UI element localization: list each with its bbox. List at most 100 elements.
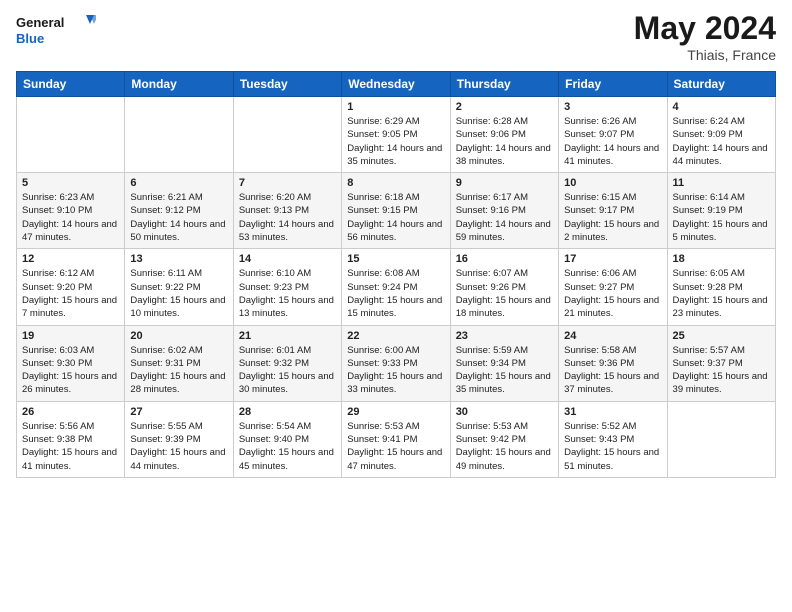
day-number: 6: [130, 177, 227, 189]
day-info: Sunrise: 5:57 AMSunset: 9:37 PMDaylight:…: [673, 344, 770, 397]
day-number: 28: [239, 406, 336, 418]
table-row: 23 Sunrise: 5:59 AMSunset: 9:34 PMDayligh…: [450, 325, 558, 401]
day-info: Sunrise: 6:17 AMSunset: 9:16 PMDaylight:…: [456, 191, 553, 244]
col-thursday: Thursday: [450, 72, 558, 97]
day-number: 17: [564, 253, 661, 265]
table-row: 11Sunrise: 6:14 AMSunset: 9:19 PMDayligh…: [667, 173, 775, 249]
day-info: Sunrise: 6:06 AMSunset: 9:27 PMDaylight:…: [564, 267, 661, 320]
table-row: [17, 97, 125, 173]
day-info: Sunrise: 5:53 AMSunset: 9:42 PMDaylight:…: [456, 420, 553, 473]
day-number: 23: [456, 330, 553, 342]
table-row: 2Sunrise: 6:28 AMSunset: 9:06 PMDaylight…: [450, 97, 558, 173]
calendar-week-4: 19 Sunrise: 6:03 AMSunset: 9:30 PMDayligh…: [17, 325, 776, 401]
day-number: 29: [347, 406, 444, 418]
table-row: 22Sunrise: 6:00 AMSunset: 9:33 PMDayligh…: [342, 325, 450, 401]
table-row: 29 Sunrise: 5:53 AMSunset: 9:41 PMDayligh…: [342, 401, 450, 477]
calendar-week-2: 5 Sunrise: 6:23 AMSunset: 9:10 PMDaylight…: [17, 173, 776, 249]
day-number: 31: [564, 406, 661, 418]
table-row: 14Sunrise: 6:10 AMSunset: 9:23 PMDayligh…: [233, 249, 341, 325]
table-row: [125, 97, 233, 173]
calendar-week-1: 1 Sunrise: 6:29 AMSunset: 9:05 PMDaylight…: [17, 97, 776, 173]
day-info: Sunrise: 5:55 AMSunset: 9:39 PMDaylight:…: [130, 420, 227, 473]
day-info: Sunrise: 6:15 AMSunset: 9:17 PMDaylight:…: [564, 191, 661, 244]
calendar-week-3: 12Sunrise: 6:12 AMSunset: 9:20 PMDayligh…: [17, 249, 776, 325]
day-info: Sunrise: 5:56 AMSunset: 9:38 PMDaylight:…: [22, 420, 119, 473]
day-info: Sunrise: 6:24 AMSunset: 9:09 PMDaylight:…: [673, 115, 770, 168]
table-row: 31 Sunrise: 5:52 AMSunset: 9:43 PMDayligh…: [559, 401, 667, 477]
calendar-table: Sunday Monday Tuesday Wednesday Thursday…: [16, 71, 776, 478]
table-row: 4 Sunrise: 6:24 AMSunset: 9:09 PMDaylight…: [667, 97, 775, 173]
table-row: 3 Sunrise: 6:26 AMSunset: 9:07 PMDaylight…: [559, 97, 667, 173]
day-info: Sunrise: 5:59 AMSunset: 9:34 PMDaylight:…: [456, 344, 553, 397]
day-number: 8: [347, 177, 444, 189]
day-info: Sunrise: 5:58 AMSunset: 9:36 PMDaylight:…: [564, 344, 661, 397]
table-row: 18 Sunrise: 6:05 AMSunset: 9:28 PMDayligh…: [667, 249, 775, 325]
day-info: Sunrise: 6:10 AMSunset: 9:23 PMDaylight:…: [239, 267, 336, 320]
day-number: 16: [456, 253, 553, 265]
day-info: Sunrise: 6:08 AMSunset: 9:24 PMDaylight:…: [347, 267, 444, 320]
day-info: Sunrise: 6:23 AMSunset: 9:10 PMDaylight:…: [22, 191, 119, 244]
day-number: 20: [130, 330, 227, 342]
table-row: 19 Sunrise: 6:03 AMSunset: 9:30 PMDayligh…: [17, 325, 125, 401]
day-number: 5: [22, 177, 119, 189]
day-info: Sunrise: 5:53 AMSunset: 9:41 PMDaylight:…: [347, 420, 444, 473]
table-row: 5 Sunrise: 6:23 AMSunset: 9:10 PMDaylight…: [17, 173, 125, 249]
table-row: 7Sunrise: 6:20 AMSunset: 9:13 PMDaylight…: [233, 173, 341, 249]
table-row: [667, 401, 775, 477]
day-info: Sunrise: 6:29 AMSunset: 9:05 PMDaylight:…: [347, 115, 444, 168]
table-row: 9Sunrise: 6:17 AMSunset: 9:16 PMDaylight…: [450, 173, 558, 249]
day-info: Sunrise: 6:05 AMSunset: 9:28 PMDaylight:…: [673, 267, 770, 320]
table-row: 10Sunrise: 6:15 AMSunset: 9:17 PMDayligh…: [559, 173, 667, 249]
svg-text:Blue: Blue: [16, 31, 44, 46]
table-row: 26 Sunrise: 5:56 AMSunset: 9:38 PMDayligh…: [17, 401, 125, 477]
table-row: [233, 97, 341, 173]
table-row: 24 Sunrise: 5:58 AMSunset: 9:36 PMDayligh…: [559, 325, 667, 401]
day-number: 26: [22, 406, 119, 418]
table-row: 6Sunrise: 6:21 AMSunset: 9:12 PMDaylight…: [125, 173, 233, 249]
col-sunday: Sunday: [17, 72, 125, 97]
table-row: 20 Sunrise: 6:02 AMSunset: 9:31 PMDayligh…: [125, 325, 233, 401]
day-number: 24: [564, 330, 661, 342]
day-info: Sunrise: 6:02 AMSunset: 9:31 PMDaylight:…: [130, 344, 227, 397]
day-number: 18: [673, 253, 770, 265]
col-tuesday: Tuesday: [233, 72, 341, 97]
day-info: Sunrise: 6:26 AMSunset: 9:07 PMDaylight:…: [564, 115, 661, 168]
logo: General Blue: [16, 10, 96, 50]
day-number: 25: [673, 330, 770, 342]
day-number: 30: [456, 406, 553, 418]
day-number: 13: [130, 253, 227, 265]
day-info: Sunrise: 6:03 AMSunset: 9:30 PMDaylight:…: [22, 344, 119, 397]
table-row: 17 Sunrise: 6:06 AMSunset: 9:27 PMDayligh…: [559, 249, 667, 325]
day-number: 3: [564, 101, 661, 113]
day-number: 1: [347, 101, 444, 113]
table-row: 15Sunrise: 6:08 AMSunset: 9:24 PMDayligh…: [342, 249, 450, 325]
table-row: 1 Sunrise: 6:29 AMSunset: 9:05 PMDaylight…: [342, 97, 450, 173]
day-number: 19: [22, 330, 119, 342]
day-info: Sunrise: 5:54 AMSunset: 9:40 PMDaylight:…: [239, 420, 336, 473]
table-row: 12Sunrise: 6:12 AMSunset: 9:20 PMDayligh…: [17, 249, 125, 325]
day-info: Sunrise: 6:12 AMSunset: 9:20 PMDaylight:…: [22, 267, 119, 320]
table-row: 30 Sunrise: 5:53 AMSunset: 9:42 PMDayligh…: [450, 401, 558, 477]
day-number: 27: [130, 406, 227, 418]
logo-svg: General Blue: [16, 10, 96, 50]
day-info: Sunrise: 6:01 AMSunset: 9:32 PMDaylight:…: [239, 344, 336, 397]
day-number: 4: [673, 101, 770, 113]
day-info: Sunrise: 6:18 AMSunset: 9:15 PMDaylight:…: [347, 191, 444, 244]
col-friday: Friday: [559, 72, 667, 97]
col-saturday: Saturday: [667, 72, 775, 97]
day-info: Sunrise: 6:07 AMSunset: 9:26 PMDaylight:…: [456, 267, 553, 320]
table-row: 28 Sunrise: 5:54 AMSunset: 9:40 PMDayligh…: [233, 401, 341, 477]
day-info: Sunrise: 6:00 AMSunset: 9:33 PMDaylight:…: [347, 344, 444, 397]
calendar-header-row: Sunday Monday Tuesday Wednesday Thursday…: [17, 72, 776, 97]
day-info: Sunrise: 6:14 AMSunset: 9:19 PMDaylight:…: [673, 191, 770, 244]
svg-text:General: General: [16, 15, 64, 30]
col-wednesday: Wednesday: [342, 72, 450, 97]
day-info: Sunrise: 6:28 AMSunset: 9:06 PMDaylight:…: [456, 115, 553, 168]
table-row: 16 Sunrise: 6:07 AMSunset: 9:26 PMDayligh…: [450, 249, 558, 325]
table-row: 25 Sunrise: 5:57 AMSunset: 9:37 PMDayligh…: [667, 325, 775, 401]
day-info: Sunrise: 5:52 AMSunset: 9:43 PMDaylight:…: [564, 420, 661, 473]
page: General Blue May 2024 Thiais, France Sun…: [0, 0, 792, 612]
table-row: 13Sunrise: 6:11 AMSunset: 9:22 PMDayligh…: [125, 249, 233, 325]
day-number: 7: [239, 177, 336, 189]
location: Thiais, France: [634, 47, 776, 63]
